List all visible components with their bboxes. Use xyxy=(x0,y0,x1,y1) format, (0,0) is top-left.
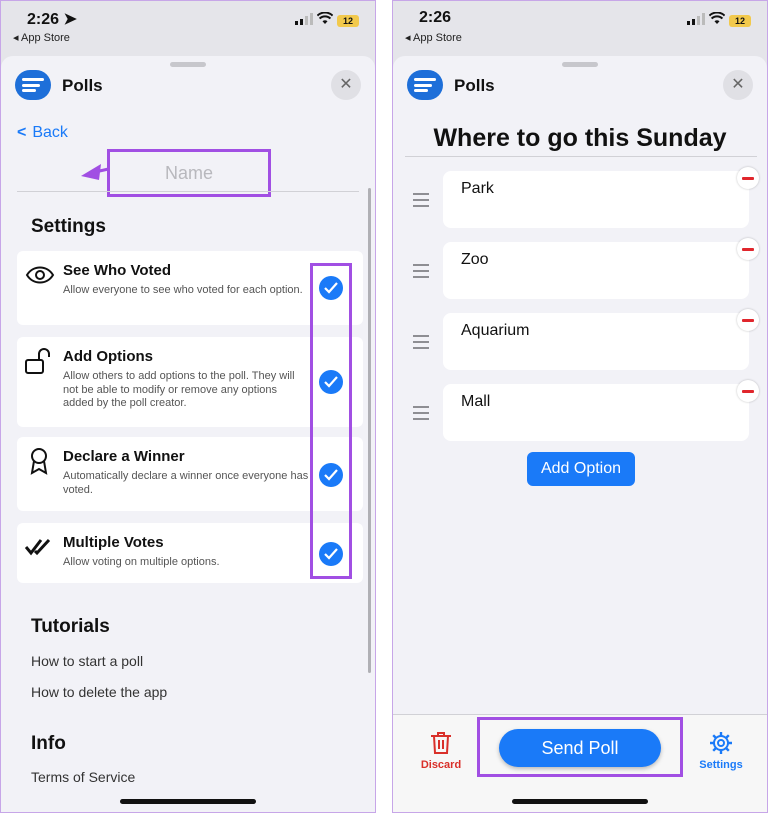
info-link[interactable]: Terms of Service xyxy=(31,769,135,785)
chevron-left-icon: < xyxy=(17,124,27,141)
send-poll-button[interactable]: Send Poll xyxy=(499,729,661,767)
poll-question[interactable]: Where to go this Sunday xyxy=(393,124,767,153)
scrollbar[interactable] xyxy=(368,188,371,673)
battery-icon: 12 xyxy=(729,15,751,27)
remove-option-icon[interactable] xyxy=(737,309,759,331)
right-phone-screen: 2:26 ◂ App Store 12 Polls ✕ Where to go … xyxy=(392,0,768,813)
checkboxes-highlight-frame xyxy=(310,263,352,579)
app-header: Polls ✕ xyxy=(15,70,361,100)
settings-button[interactable]: Settings xyxy=(693,731,749,771)
signal-icon xyxy=(295,13,313,25)
polls-logo-icon xyxy=(15,70,51,100)
back-button[interactable]: < Back xyxy=(17,124,68,142)
tutorials-heading: Tutorials xyxy=(31,616,110,637)
gear-icon xyxy=(710,732,732,754)
bottom-action-bar: Discard Send Poll Settings xyxy=(393,714,767,812)
sheet-grabber[interactable] xyxy=(562,62,598,67)
app-title: Polls xyxy=(62,76,103,95)
poll-name-input[interactable]: Name xyxy=(107,149,271,197)
setting-description: Automatically declare a winner once ever… xyxy=(63,470,309,496)
eye-icon xyxy=(25,266,55,284)
setting-description: Allow voting on multiple options. xyxy=(63,556,220,568)
polls-logo-icon xyxy=(407,70,443,100)
setting-title: Add Options xyxy=(63,348,153,365)
setting-title: Multiple Votes xyxy=(63,534,164,551)
discard-label: Discard xyxy=(420,759,462,771)
drag-handle-icon[interactable] xyxy=(413,406,429,424)
drag-handle-icon[interactable] xyxy=(413,193,429,211)
remove-option-icon[interactable] xyxy=(737,380,759,402)
battery-icon: 12 xyxy=(337,15,359,27)
option-label: Mall xyxy=(461,393,491,410)
poll-option[interactable]: Aquarium xyxy=(443,313,749,370)
back-to-app-store[interactable]: ◂ App Store xyxy=(405,31,462,44)
option-label: Zoo xyxy=(461,251,489,268)
close-icon[interactable]: ✕ xyxy=(723,70,753,100)
option-label: Aquarium xyxy=(461,322,530,339)
tutorial-link[interactable]: How to start a poll xyxy=(31,653,143,669)
close-icon[interactable]: ✕ xyxy=(331,70,361,100)
wifi-icon xyxy=(709,12,725,24)
settings-heading: Settings xyxy=(31,216,106,237)
remove-option-icon[interactable] xyxy=(737,167,759,189)
home-indicator[interactable] xyxy=(120,799,256,804)
trash-icon xyxy=(431,732,451,754)
polls-settings-sheet: Polls ✕ < Back Name Settings See Who Vote… xyxy=(1,56,375,812)
poll-editor-sheet: Polls ✕ Where to go this Sunday Park Zoo… xyxy=(393,56,767,812)
add-option-button[interactable]: Add Option xyxy=(527,452,635,486)
signal-icon xyxy=(687,13,705,25)
drag-handle-icon[interactable] xyxy=(413,264,429,282)
remove-option-icon[interactable] xyxy=(737,238,759,260)
divider xyxy=(405,156,757,157)
setting-title: See Who Voted xyxy=(63,262,172,279)
setting-description: Allow others to add options to the poll.… xyxy=(63,370,295,409)
wifi-icon xyxy=(317,12,333,24)
status-time: 2:26 xyxy=(419,9,452,26)
status-time: 2:26 ➤ xyxy=(27,11,77,28)
poll-option[interactable]: Mall xyxy=(443,384,749,441)
tutorial-link[interactable]: How to delete the app xyxy=(31,684,167,700)
double-check-icon xyxy=(25,538,51,556)
status-bar: 2:26 ◂ App Store 12 xyxy=(393,1,767,51)
left-phone-screen: 2:26 ➤ ◂ App Store 12 Polls ✕ < Back Nam… xyxy=(0,0,376,813)
home-indicator[interactable] xyxy=(512,799,648,804)
sheet-grabber[interactable] xyxy=(170,62,206,67)
drag-handle-icon[interactable] xyxy=(413,335,429,353)
poll-option[interactable]: Zoo xyxy=(443,242,749,299)
status-bar: 2:26 ➤ ◂ App Store 12 xyxy=(1,1,375,51)
divider xyxy=(17,191,359,192)
discard-button[interactable]: Discard xyxy=(417,731,465,771)
app-title: Polls xyxy=(454,76,495,95)
back-to-app-store[interactable]: ◂ App Store xyxy=(13,31,70,44)
app-header: Polls ✕ xyxy=(407,70,753,100)
award-ribbon-icon xyxy=(30,448,48,475)
setting-description: Allow everyone to see who voted for each… xyxy=(63,284,303,296)
setting-title: Declare a Winner xyxy=(63,448,185,465)
info-heading: Info xyxy=(31,733,66,754)
poll-option[interactable]: Park xyxy=(443,171,749,228)
unlock-icon xyxy=(25,348,50,374)
settings-label: Settings xyxy=(699,759,743,771)
option-label: Park xyxy=(461,180,494,197)
